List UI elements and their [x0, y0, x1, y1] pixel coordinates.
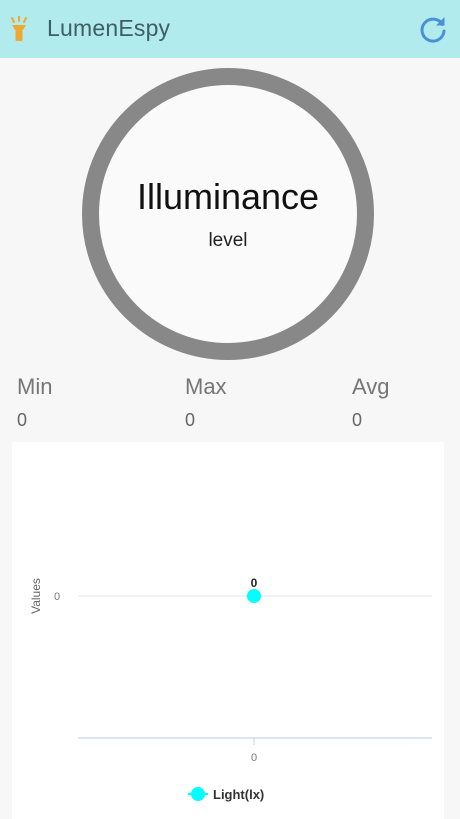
- stat-min: Min 0: [17, 374, 52, 431]
- x-tick-label: 0: [251, 752, 257, 764]
- stat-max-label: Max: [185, 374, 227, 399]
- flashlight-icon: [11, 16, 27, 41]
- legend-label: Light(lx): [213, 787, 264, 802]
- stat-min-value: 0: [17, 410, 28, 430]
- gauge-subtitle: level: [208, 230, 248, 251]
- data-label: 0: [251, 576, 258, 590]
- y-tick-label: 0: [54, 591, 60, 603]
- legend-marker: [191, 787, 205, 801]
- illuminance-gauge: Illuminance level: [82, 68, 374, 360]
- y-axis-label: Values: [29, 578, 43, 614]
- stat-avg-value: 0: [352, 410, 363, 430]
- stat-max: Max 0: [185, 374, 227, 431]
- refresh-icon[interactable]: [417, 13, 449, 45]
- stat-max-value: 0: [185, 410, 196, 430]
- app-bar: LumenEspy: [0, 0, 460, 58]
- stat-avg-label: Avg: [352, 374, 390, 399]
- stat-min-label: Min: [17, 374, 53, 399]
- light-chart[interactable]: Values 0 0 0 Light(lx): [12, 442, 444, 819]
- chart-canvas: Values 0 0 0 Light(lx): [29, 576, 432, 802]
- app-title: LumenEspy: [47, 15, 171, 41]
- stat-avg: Avg 0: [352, 374, 390, 431]
- gauge-title: Illuminance: [136, 176, 320, 217]
- data-point: [247, 589, 261, 603]
